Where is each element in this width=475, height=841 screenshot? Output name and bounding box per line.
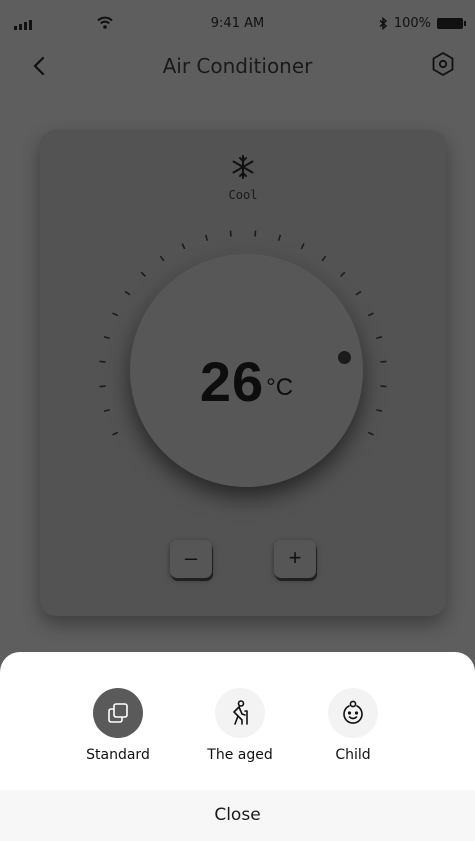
battery-percent: 100% xyxy=(393,16,431,31)
mode-option-the-aged[interactable]: The aged xyxy=(180,688,300,763)
dial-tick xyxy=(321,255,327,262)
option-label: Child xyxy=(335,747,371,763)
mode-option-standard[interactable]: Standard xyxy=(58,688,178,763)
dial-tick xyxy=(103,408,110,413)
page-title: Air Conditioner xyxy=(162,54,313,78)
settings-icon[interactable] xyxy=(429,50,457,78)
dial-tick xyxy=(367,312,374,317)
temperature-unit: °C xyxy=(266,374,294,401)
standard-mode-icon xyxy=(93,688,143,738)
elderly-person-icon xyxy=(215,688,265,738)
temperature-dial[interactable]: 26°C xyxy=(130,254,363,487)
mode-label: Cool xyxy=(228,188,258,202)
dial-tick xyxy=(204,234,209,241)
dial-tick xyxy=(112,312,119,317)
option-label: The aged xyxy=(207,747,273,763)
battery-icon xyxy=(437,18,466,29)
dial-tick xyxy=(229,230,232,237)
dial-tick xyxy=(376,408,383,413)
dial-tick xyxy=(140,271,146,277)
dial-tick xyxy=(380,360,387,363)
dial-knob-indicator[interactable] xyxy=(338,351,351,364)
dial-tick xyxy=(277,234,282,241)
nav-bar: Air Conditioner xyxy=(0,46,475,86)
status-bar: 9:41 AM 100% xyxy=(0,0,475,44)
dial-tick xyxy=(112,431,119,436)
decrease-temperature-button[interactable]: – xyxy=(170,540,212,578)
bluetooth-icon xyxy=(379,17,387,30)
dial-tick xyxy=(99,385,106,388)
dial-tick xyxy=(380,385,387,388)
option-label: Standard xyxy=(86,747,150,763)
temperature-value: 26 xyxy=(199,350,265,413)
dial-tick xyxy=(376,335,383,340)
thermostat-card: Cool 26°C – + xyxy=(40,130,446,616)
snowflake-icon xyxy=(232,155,254,179)
mode-bottom-sheet: Standard The aged Child Close xyxy=(0,652,475,841)
dial-tick xyxy=(355,290,362,296)
dial-tick xyxy=(159,255,165,262)
close-button[interactable]: Close xyxy=(0,790,475,841)
increase-temperature-button[interactable]: + xyxy=(274,540,316,578)
dial-tick xyxy=(103,335,110,340)
dial-tick xyxy=(254,230,257,237)
mode-option-child[interactable]: Child xyxy=(293,688,413,763)
dial-tick xyxy=(181,243,186,250)
dial-tick xyxy=(340,271,346,277)
dial-tick xyxy=(367,431,374,436)
dial-tick xyxy=(124,290,131,296)
dial-tick xyxy=(300,243,305,250)
dial-tick xyxy=(99,360,106,363)
baby-face-icon xyxy=(328,688,378,738)
